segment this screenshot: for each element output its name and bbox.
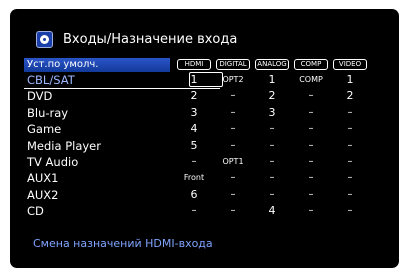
column-header-comp: COMP: [294, 59, 328, 70]
assign-cell[interactable]: –: [177, 155, 211, 169]
assign-cell[interactable]: –: [333, 139, 367, 153]
assign-cell[interactable]: 2: [333, 89, 367, 103]
assign-cell[interactable]: –: [216, 122, 250, 136]
column-header-video: VIDEO: [333, 59, 367, 70]
assign-cell[interactable]: –: [216, 139, 250, 153]
assign-cell[interactable]: –: [333, 155, 367, 169]
assign-cell[interactable]: –: [294, 139, 328, 153]
assign-cell[interactable]: –: [255, 155, 289, 169]
assign-cell[interactable]: 6: [177, 188, 211, 202]
assign-cell[interactable]: –: [333, 204, 367, 218]
input-source-5[interactable]: TV Audio: [27, 155, 78, 169]
input-source-2[interactable]: Blu-ray: [27, 106, 68, 120]
input-icon: [36, 31, 53, 48]
assign-cell[interactable]: 1: [177, 73, 211, 87]
assign-cell[interactable]: –: [294, 171, 328, 185]
input-source-0[interactable]: CBL/SAT: [27, 73, 75, 87]
assign-cell[interactable]: 2: [177, 89, 211, 103]
assign-cell[interactable]: –: [216, 89, 250, 103]
assign-cell[interactable]: –: [255, 139, 289, 153]
assign-cell[interactable]: 2: [255, 89, 289, 103]
set-default-button[interactable]: Уст.по умолч.: [27, 58, 99, 72]
assign-cell[interactable]: –: [333, 171, 367, 185]
assign-cell[interactable]: –: [216, 204, 250, 218]
osd-screen: Входы/Назначение входа Уст.по умолч. HDM…: [10, 9, 399, 268]
assign-cell[interactable]: –: [294, 155, 328, 169]
assign-cell[interactable]: –: [294, 188, 328, 202]
column-header-analog: ANALOG: [255, 59, 289, 70]
assign-cell[interactable]: OPT1: [216, 155, 250, 169]
assign-cell[interactable]: –: [294, 106, 328, 120]
input-source-8[interactable]: CD: [27, 204, 44, 218]
assign-cell[interactable]: –: [333, 106, 367, 120]
assign-cell[interactable]: 1: [333, 73, 367, 87]
assign-cell[interactable]: –: [333, 188, 367, 202]
assign-cell[interactable]: –: [294, 204, 328, 218]
assign-cell[interactable]: –: [333, 122, 367, 136]
assign-cell[interactable]: –: [294, 89, 328, 103]
assign-cell[interactable]: COMP: [294, 73, 328, 87]
assign-cell[interactable]: –: [216, 106, 250, 120]
assign-cell[interactable]: –: [216, 188, 250, 202]
assign-cell[interactable]: –: [255, 188, 289, 202]
assign-cell[interactable]: –: [294, 122, 328, 136]
hdmi-reassign-hint: Смена назначений HDMI-входа: [33, 237, 213, 250]
assign-cell[interactable]: OPT2: [216, 73, 250, 87]
assign-cell[interactable]: –: [177, 204, 211, 218]
input-source-1[interactable]: DVD: [27, 89, 52, 103]
assign-cell[interactable]: 3: [255, 106, 289, 120]
input-source-7[interactable]: AUX2: [27, 188, 58, 202]
assign-cell[interactable]: –: [255, 122, 289, 136]
assign-cell[interactable]: Front: [177, 171, 211, 185]
assign-cell[interactable]: 1: [255, 73, 289, 87]
assign-cell[interactable]: 5: [177, 139, 211, 153]
assign-cell[interactable]: –: [255, 171, 289, 185]
assign-cell[interactable]: 4: [255, 204, 289, 218]
assign-cell[interactable]: 3: [177, 106, 211, 120]
column-header-hdmi: HDMI: [177, 59, 211, 70]
assign-cell[interactable]: –: [216, 171, 250, 185]
column-header-digital: DIGITAL: [216, 59, 250, 70]
input-source-6[interactable]: AUX1: [27, 171, 58, 185]
page-title: Входы/Назначение входа: [63, 32, 238, 47]
assign-cell[interactable]: 4: [177, 122, 211, 136]
input-source-3[interactable]: Game: [27, 122, 61, 136]
input-source-4[interactable]: Media Player: [27, 139, 101, 153]
